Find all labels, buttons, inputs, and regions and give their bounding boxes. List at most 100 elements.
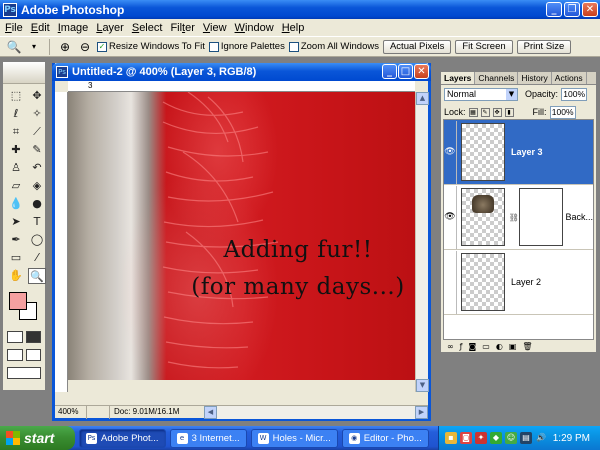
menu-help[interactable]: Help [280,22,311,34]
horizontal-scrollbar[interactable]: ◀ ▶ [204,405,428,419]
history-brush-tool-icon[interactable]: ↶ [28,160,46,176]
actual-pixels-button[interactable]: Actual Pixels [382,39,452,54]
start-button[interactable]: start [0,426,75,450]
ignore-palettes-checkbox[interactable]: Ignore Palettes [208,41,285,52]
resize-windows-checkbox[interactable]: ✓ Resize Windows To Fit [97,41,205,52]
zoom-tool-icon[interactable]: 🔍 [6,39,22,55]
link-layers-icon[interactable]: ∞ [447,342,454,351]
fill-field[interactable]: 100% [549,105,576,119]
hand-tool-icon[interactable]: ✋ [7,268,25,284]
layer-mask-thumbnail[interactable] [518,188,563,246]
zoom-in-icon[interactable]: ⊕ [57,39,73,55]
blur-tool-icon[interactable]: 💧 [7,196,25,212]
menu-file[interactable]: File [3,22,29,34]
pen-tool-icon[interactable]: ✒ [7,232,25,248]
eye-hidden-icon[interactable] [444,250,457,314]
scroll-left-icon[interactable]: ◀ [204,405,217,419]
notes-tool-icon[interactable]: ▭ [7,250,25,266]
tray-messenger-icon[interactable]: ☺ [505,432,517,444]
chevron-down-icon[interactable]: ▼ [506,88,517,100]
layer-row[interactable]: 👁 ⛓ Back... [444,185,593,250]
type-tool-icon[interactable]: T [28,214,46,230]
menu-select[interactable]: Select [130,22,169,34]
move-tool-icon[interactable]: ✥ [28,88,46,104]
scroll-right-icon[interactable]: ▶ [415,405,428,419]
restore-button[interactable]: ❐ [564,2,580,17]
tray-network-icon[interactable]: ◙ [460,432,472,444]
tab-channels[interactable]: Channels [475,72,519,84]
quick-mask-mode-button[interactable] [25,331,41,343]
doc-close-button[interactable]: ✕ [414,64,429,79]
menu-layer[interactable]: Layer [94,22,130,34]
taskbar-item-editor[interactable]: ◉ Editor - Pho... [341,428,429,448]
adjustment-layer-icon[interactable]: ◐ [496,342,503,351]
tab-layers[interactable]: Layers [441,72,476,84]
fit-screen-button[interactable]: Fit Screen [455,39,513,54]
brush-tool-icon[interactable]: ✎ [28,142,46,158]
left-ruler[interactable] [55,92,68,392]
resize-windows-check[interactable]: ✓ [97,41,107,52]
add-mask-icon[interactable]: ◙ [469,342,477,351]
blend-mode-select[interactable]: Normal ▼ [444,87,518,101]
slice-tool-icon[interactable]: ⟋ [28,124,46,140]
lock-position-icon[interactable]: ✥ [492,107,502,117]
taskbar-item-internet[interactable]: e 3 Internet... [169,428,247,448]
healing-brush-tool-icon[interactable]: ✚ [7,142,25,158]
new-layer-icon[interactable]: ▣ [509,342,517,351]
zoom-all-windows-checkbox[interactable]: Zoom All Windows [288,41,379,52]
menu-window[interactable]: Window [233,22,280,34]
tray-shield-icon[interactable]: ◆ [490,432,502,444]
layer-row[interactable]: 👁 Layer 3 [444,120,593,185]
eraser-tool-icon[interactable]: ▱ [7,178,25,194]
standard-mode-button[interactable] [7,331,23,343]
layer-style-icon[interactable]: ƒ [460,342,463,351]
dodge-tool-icon[interactable]: ● [28,196,46,212]
ignore-palettes-check[interactable] [208,41,219,52]
path-selection-tool-icon[interactable]: ➤ [7,214,25,230]
tray-volume-icon[interactable]: 🔊 [535,432,547,444]
doc-minimize-button[interactable]: _ [382,64,397,79]
menu-image[interactable]: Image [56,22,95,34]
clone-stamp-tool-icon[interactable]: ♙ [7,160,25,176]
toolbox-header[interactable] [3,62,45,84]
minimize-button[interactable]: _ [546,2,562,17]
marquee-tool-icon[interactable]: ⬚ [7,88,25,104]
doc-maximize-button[interactable]: □ [398,64,413,79]
full-screen-mode-button[interactable] [25,349,41,361]
delete-layer-icon[interactable]: 🗑 [522,342,532,351]
taskbar-item-holes[interactable]: W Holes - Micr... [250,428,338,448]
jump-to-imageready-button[interactable] [7,367,41,379]
tab-history[interactable]: History [518,72,552,84]
new-group-icon[interactable]: ▭ [482,342,490,351]
shape-tool-icon[interactable]: ◯ [28,232,46,248]
lock-image-icon[interactable]: ✎ [480,107,490,117]
menu-view[interactable]: View [201,22,233,34]
layer-row[interactable]: Layer 2 [444,250,593,315]
scroll-down-icon[interactable]: ▼ [416,379,429,392]
document-title-bar[interactable]: Ps Untitled-2 @ 400% (Layer 3, RGB/8) _ … [52,63,431,81]
zoom-tool-icon[interactable]: 🔍 [28,268,46,284]
scroll-up-icon[interactable]: ▲ [416,92,429,105]
zoom-all-windows-check[interactable] [288,41,299,52]
opacity-field[interactable]: 100% [561,87,588,101]
close-button[interactable]: ✕ [582,2,598,17]
tool-preset-dropdown-icon[interactable]: ▾ [26,39,42,55]
document-size-info[interactable]: Doc: 9.01M/16.1M [109,405,204,419]
paint-bucket-tool-icon[interactable]: ◈ [28,178,46,194]
eyedropper-tool-icon[interactable]: ⁄ [28,250,46,266]
eye-icon[interactable]: 👁 [444,185,457,249]
app-title-bar[interactable]: Ps Adobe Photoshop _ ❐ ✕ [0,0,600,19]
print-size-button[interactable]: Print Size [516,39,572,54]
menu-filter[interactable]: Filter [168,22,200,34]
lock-transparency-icon[interactable]: ▦ [468,107,478,117]
crop-tool-icon[interactable]: ⌗ [7,124,25,140]
screen-mode-button[interactable] [7,349,23,361]
tray-app-icon[interactable]: ✦ [475,432,487,444]
top-ruler[interactable]: 3 [68,81,415,92]
foreground-color-swatch[interactable] [9,292,27,310]
image-canvas[interactable]: Adding fur!! (for many days...) [68,92,419,380]
taskbar-item-photoshop[interactable]: Ps Adobe Phot... [79,428,166,448]
lasso-tool-icon[interactable]: ℓ [7,106,25,122]
zoom-level-field[interactable]: 400% [55,405,87,419]
eye-icon[interactable]: 👁 [444,120,457,184]
